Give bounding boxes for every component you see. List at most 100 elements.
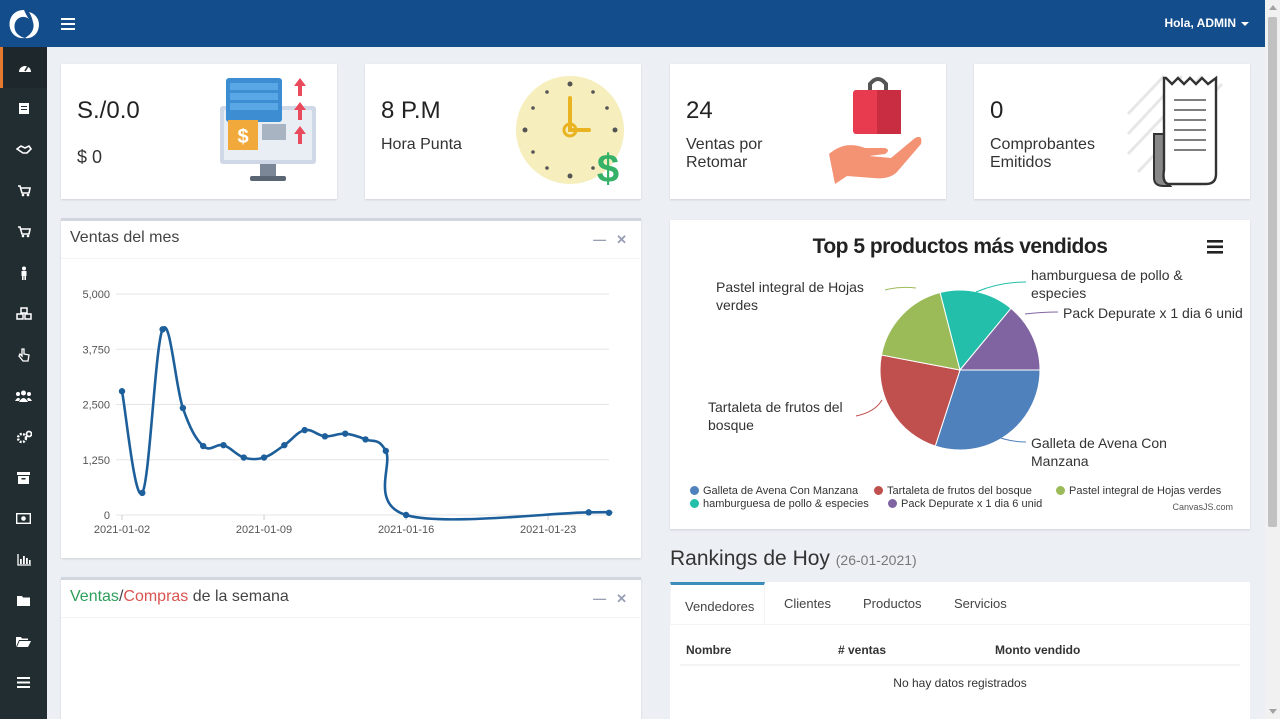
tab-productos[interactable]: Productos: [849, 582, 936, 624]
rankings-title: Rankings de Hoy: [670, 547, 830, 570]
column-header-nombre: Nombre: [686, 643, 732, 657]
legend-item[interactable]: Galleta de Avena Con Manzana: [690, 485, 858, 497]
chart-credit[interactable]: CanvasJS.com: [1172, 502, 1233, 512]
tab-servicios[interactable]: Servicios: [940, 582, 1021, 624]
legend-label: Pastel integral de Hojas verdes: [1069, 485, 1222, 497]
cart-icon: [17, 185, 31, 197]
panel-header: Ventas/Compras de la semana: [61, 580, 641, 618]
svg-text:$: $: [237, 126, 248, 148]
stat-label: Comprobantes Emitidos: [990, 136, 1095, 171]
logo[interactable]: [0, 0, 47, 47]
pie-label-hamburguesa: hamburguesa de pollo & especies: [1031, 267, 1183, 301]
x-tick-label: 2021-01-16: [378, 524, 434, 536]
data-point: [179, 404, 187, 412]
legend-marker: [874, 486, 883, 495]
scroll-up-arrow[interactable]: [1269, 5, 1277, 10]
handshake-icon: [15, 144, 32, 154]
cart-plus-icon: [17, 226, 31, 238]
legend-item[interactable]: Tartaleta de frutos del bosque: [874, 485, 1032, 497]
sidebar-item-settings[interactable]: [0, 416, 47, 457]
sidebar-item-dashboard[interactable]: [0, 47, 47, 88]
column-header-ventas: # ventas: [838, 643, 887, 657]
pie-label-pastel: Pastel integral de Hojas verdes: [716, 279, 864, 313]
panel-title-compras: Compras: [123, 588, 189, 605]
data-point: [281, 441, 288, 449]
rankings-heading: Rankings de Hoy (26-01-2021): [670, 547, 917, 571]
sidebar-item-money[interactable]: [0, 498, 47, 539]
sidebar-item-pointer[interactable]: [0, 334, 47, 375]
page-scrollbar[interactable]: [1265, 0, 1280, 719]
pie-label-tartaleta: Tartaleta de frutos del bosque: [708, 399, 843, 433]
data-point: [585, 509, 592, 516]
menu-toggle-icon[interactable]: [58, 14, 78, 34]
x-tick-label: 2021-01-23: [520, 524, 576, 536]
legend-item[interactable]: Pastel integral de Hojas verdes: [1056, 485, 1221, 497]
monthly-sales-panel: Ventas del mes — ✕ 5,000 3,750 2,500 1,250 0 2…: [61, 218, 641, 558]
person-icon: [21, 266, 26, 280]
scroll-down-arrow[interactable]: [1269, 709, 1277, 714]
close-icon[interactable]: ✕: [616, 232, 627, 247]
data-point: [260, 454, 268, 461]
data-point: [240, 454, 247, 461]
collapse-icon[interactable]: —: [593, 232, 606, 247]
user-menu[interactable]: Hola, ADMIN: [1164, 16, 1249, 30]
pie-leader-line: [884, 286, 917, 291]
collapse-icon[interactable]: —: [593, 591, 606, 606]
x-tick-label: 2021-01-09: [236, 524, 292, 536]
sidebar-item-folder[interactable]: [0, 580, 47, 621]
user-label: Hola, ADMIN: [1164, 16, 1236, 30]
folder-icon: [17, 596, 30, 606]
legend-label: Tartaleta de frutos del bosque: [887, 485, 1032, 497]
sidebar-item-person[interactable]: [0, 252, 47, 293]
tab-clientes[interactable]: Clientes: [770, 582, 845, 624]
tab-label: Productos: [863, 596, 922, 611]
data-point: [139, 489, 146, 497]
scrollbar-thumb[interactable]: [1268, 17, 1277, 527]
legend-label: Galleta de Avena Con Manzana: [703, 485, 859, 497]
tab-label: Clientes: [784, 596, 831, 611]
panel-title-rest: de la semana: [188, 588, 289, 605]
sidebar-item-documents[interactable]: [0, 88, 47, 129]
legend-label: Pack Depurate x 1 dia 6 unid: [901, 498, 1043, 510]
legend-item[interactable]: Pack Depurate x 1 dia 6 unid: [888, 498, 1042, 510]
stat-value: 8 P.M: [381, 97, 441, 124]
folder-open-icon: [16, 637, 31, 647]
panel-title-ventas: Ventas: [70, 588, 119, 605]
stat-label: $ 0: [77, 147, 103, 167]
top-products-panel: Top 5 productos más vendidos Pastel inte…: [670, 220, 1250, 529]
sidebar: [0, 47, 47, 719]
sidebar-item-users[interactable]: [0, 375, 47, 416]
shopping-bag-hand-illustration: [829, 77, 922, 184]
clock-money-illustration: $: [516, 76, 624, 189]
bar-chart-icon: [16, 553, 31, 566]
stat-value: 24: [686, 97, 713, 124]
y-tick-label: 5,000: [82, 289, 110, 301]
hand-pointer-icon: [17, 347, 30, 362]
users-icon: [15, 390, 32, 402]
sidebar-item-cubes[interactable]: [0, 293, 47, 334]
stat-card-peak-hour: 8 P.M Hora Punta $: [365, 64, 641, 199]
legend-item[interactable]: hamburguesa de pollo & especies: [690, 498, 869, 510]
cubes-icon: [15, 307, 32, 320]
data-point: [362, 436, 369, 443]
y-tick-label: 3,750: [82, 344, 110, 356]
column-header-monto: Monto vendido: [995, 643, 1081, 657]
legend-marker: [1056, 486, 1065, 495]
sidebar-item-reports[interactable]: [0, 539, 47, 580]
sidebar-item-list[interactable]: [0, 662, 47, 703]
close-icon[interactable]: ✕: [616, 591, 627, 606]
stat-label: Ventas por Retomar: [686, 136, 763, 171]
receipt-illustration: [1126, 74, 1224, 187]
data-point: [342, 430, 349, 437]
sidebar-item-cart-plus[interactable]: [0, 211, 47, 252]
sidebar-item-handshake[interactable]: [0, 129, 47, 170]
monthly-sales-line-chart: 5,000 3,750 2,500 1,250 0 2021-01-02 2021-01-0…: [82, 289, 613, 536]
stat-card-pending-sales: 24 Ventas por Retomar: [670, 64, 946, 199]
tab-vendedores[interactable]: Vendedores: [670, 582, 765, 624]
archive-icon: [17, 471, 30, 484]
pie-label-galleta: Galleta de Avena Con Manzana: [1031, 435, 1167, 469]
sales-series-line: [120, 325, 613, 521]
sidebar-item-archive[interactable]: [0, 457, 47, 498]
sidebar-item-cart[interactable]: [0, 170, 47, 211]
sidebar-item-folder-open[interactable]: [0, 621, 47, 662]
